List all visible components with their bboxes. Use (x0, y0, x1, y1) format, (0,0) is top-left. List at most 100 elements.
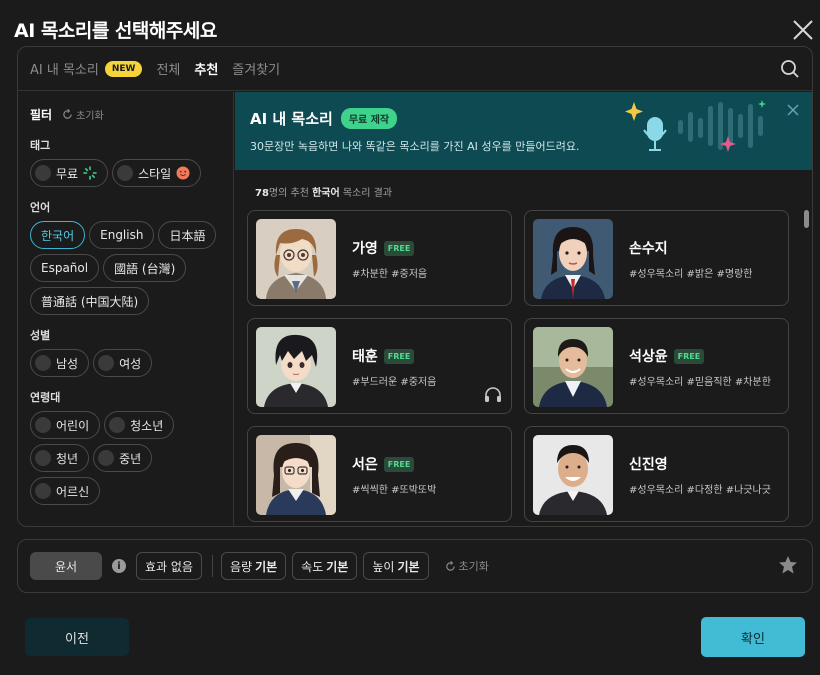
free-badge: FREE (383, 456, 415, 472)
chip-middle-aged[interactable]: 중년 (93, 444, 153, 472)
voice-tags: #성우목소리 #밝은 #명랑한 (629, 269, 753, 280)
free-badge: FREE (383, 348, 415, 364)
voice-settings-bar: 윤서 i 효과 없음 음량 기본 속도 기본 높이 기본 초기화 (17, 539, 813, 593)
result-count-label: 78명의 추천 한국어 목소리 결과 (255, 184, 392, 199)
chip-radio (98, 355, 115, 371)
voice-name: 석상윤 (629, 349, 668, 365)
chip-young-adult[interactable]: 청년 (30, 444, 90, 472)
avatar (256, 327, 336, 407)
language-group-label: 언어 (30, 201, 51, 214)
chip-radio (98, 450, 115, 466)
setting-label: 음량 (229, 559, 253, 574)
result-text: 명의 추천 (268, 188, 313, 199)
chip-radio (35, 483, 51, 499)
filter-title: 필터 (30, 108, 53, 122)
chip-label: 남성 (56, 356, 79, 371)
free-badge: FREE (673, 348, 705, 364)
chip-radio (35, 450, 51, 466)
chip-senior[interactable]: 어르신 (30, 477, 101, 505)
voice-tags: #씩씩한 #또박또박 (352, 485, 437, 496)
voice-card[interactable]: 서은 FREE #씩씩한 #또박또박 (247, 426, 512, 522)
filter-sidebar: 필터 초기화 태그 무료 스타일 언어 한국어 English 日本語 Espa… (18, 92, 234, 526)
volume-button[interactable]: 음량 기본 (220, 552, 287, 580)
banner-close-icon[interactable] (787, 104, 799, 116)
setting-label: 속도 (301, 559, 324, 574)
voice-tags: #차분한 #중저음 (352, 269, 428, 280)
chip-mandarin[interactable]: 普通話 (中国大陆) (30, 287, 150, 315)
headphones-icon[interactable] (484, 387, 502, 403)
chip-female[interactable]: 여성 (93, 349, 153, 377)
result-count: 78 (255, 188, 269, 199)
voice-card[interactable]: 태훈 FREE #부드러운 #중저음 (247, 318, 512, 414)
selected-voice-button[interactable]: 윤서 (30, 552, 102, 580)
chip-label: 스타일 (138, 166, 172, 181)
voice-list-area: AI 내 목소리 무료 제작 30문장만 녹음하면 나와 똑같은 목소리를 가진… (235, 92, 812, 526)
new-badge: NEW (104, 60, 143, 77)
voice-tags: #성우목소리 #다정한 #나긋나긋 (629, 485, 771, 496)
tab-all[interactable]: 전체 (156, 59, 180, 78)
pitch-button[interactable]: 높이 기본 (363, 552, 429, 580)
reset-icon (63, 109, 72, 119)
chip-male[interactable]: 남성 (30, 349, 90, 377)
setting-label: 높이 (372, 559, 395, 574)
reset-label: 초기화 (458, 560, 489, 573)
chip-label: 여성 (119, 356, 142, 371)
voice-card[interactable]: 신진영 #성우목소리 #다정한 #나긋나긋 (524, 426, 789, 522)
tab-my-voice[interactable]: AI 내 목소리 NEW (30, 59, 143, 78)
voice-name: 손수지 (629, 241, 668, 257)
settings-reset-button[interactable]: 초기화 (445, 558, 489, 574)
voice-card[interactable]: 손수지 #성우목소리 #밝은 #명랑한 (524, 210, 789, 306)
previous-button[interactable]: 이전 (25, 618, 129, 656)
chip-radio (35, 165, 51, 181)
sparkle-icon (83, 166, 97, 180)
microphone-wave-icon (625, 100, 766, 152)
chip-english[interactable]: English (89, 221, 155, 249)
chip-label: 무료 (56, 166, 79, 181)
chip-style[interactable]: 스타일 (112, 159, 202, 187)
gender-group-label: 성별 (30, 329, 51, 342)
voice-card[interactable]: 석상윤 FREE #성우목소리 #믿음직한 #차분한 (524, 318, 789, 414)
chip-radio (35, 417, 51, 433)
tab-favorites[interactable]: 즐겨찾기 (232, 59, 280, 78)
chip-spanish[interactable]: Español (30, 254, 100, 282)
dialog-title: AI 목소리를 선택해주세요 (14, 20, 217, 42)
close-icon[interactable] (792, 19, 814, 41)
voice-name: 신진영 (629, 457, 668, 473)
speed-button[interactable]: 속도 기본 (292, 552, 358, 580)
banner-description: 30문장만 녹음하면 나와 똑같은 목소리를 가진 AI 성우를 만들어드려요. (250, 140, 580, 153)
setting-value: 기본 (326, 559, 349, 574)
chip-radio (35, 355, 51, 371)
chip-teen[interactable]: 청소년 (104, 411, 175, 439)
star-icon[interactable] (778, 555, 798, 575)
scrollbar-thumb[interactable] (804, 210, 809, 228)
effect-button[interactable]: 효과 없음 (136, 552, 202, 580)
avatar (256, 435, 336, 515)
banner-title: AI 내 목소리 (250, 110, 333, 128)
chip-child[interactable]: 어린이 (30, 411, 101, 439)
info-icon[interactable]: i (112, 559, 126, 573)
voice-card[interactable]: 가영 FREE #차분한 #중저음 (247, 210, 512, 306)
avatar (533, 435, 613, 515)
tag-group-label: 태그 (30, 139, 51, 152)
avatar (533, 327, 613, 407)
chip-free[interactable]: 무료 (30, 159, 109, 187)
chip-japanese[interactable]: 日本語 (158, 221, 217, 249)
confirm-button[interactable]: 확인 (701, 617, 805, 657)
chip-label: 중년 (119, 451, 142, 466)
my-voice-banner[interactable]: AI 내 목소리 무료 제작 30문장만 녹음하면 나와 똑같은 목소리를 가진… (235, 92, 812, 170)
free-badge: FREE (383, 240, 415, 256)
chip-label: 청소년 (130, 418, 164, 433)
tab-recommended[interactable]: 추천 (194, 59, 218, 78)
chip-korean[interactable]: 한국어 (30, 221, 86, 249)
chip-taiwanese[interactable]: 國語 (台灣) (103, 254, 187, 282)
search-icon[interactable] (780, 59, 800, 79)
chip-label: 청년 (56, 451, 79, 466)
chip-label: 어르신 (56, 484, 90, 499)
setting-value: 기본 (255, 559, 278, 574)
voice-name: 태훈 (352, 349, 378, 365)
tab-label: AI 내 목소리 (30, 63, 99, 78)
avatar (256, 219, 336, 299)
filter-reset-button[interactable]: 초기화 (62, 107, 104, 122)
result-text: 목소리 결과 (339, 188, 393, 199)
result-language: 한국어 (312, 188, 340, 199)
